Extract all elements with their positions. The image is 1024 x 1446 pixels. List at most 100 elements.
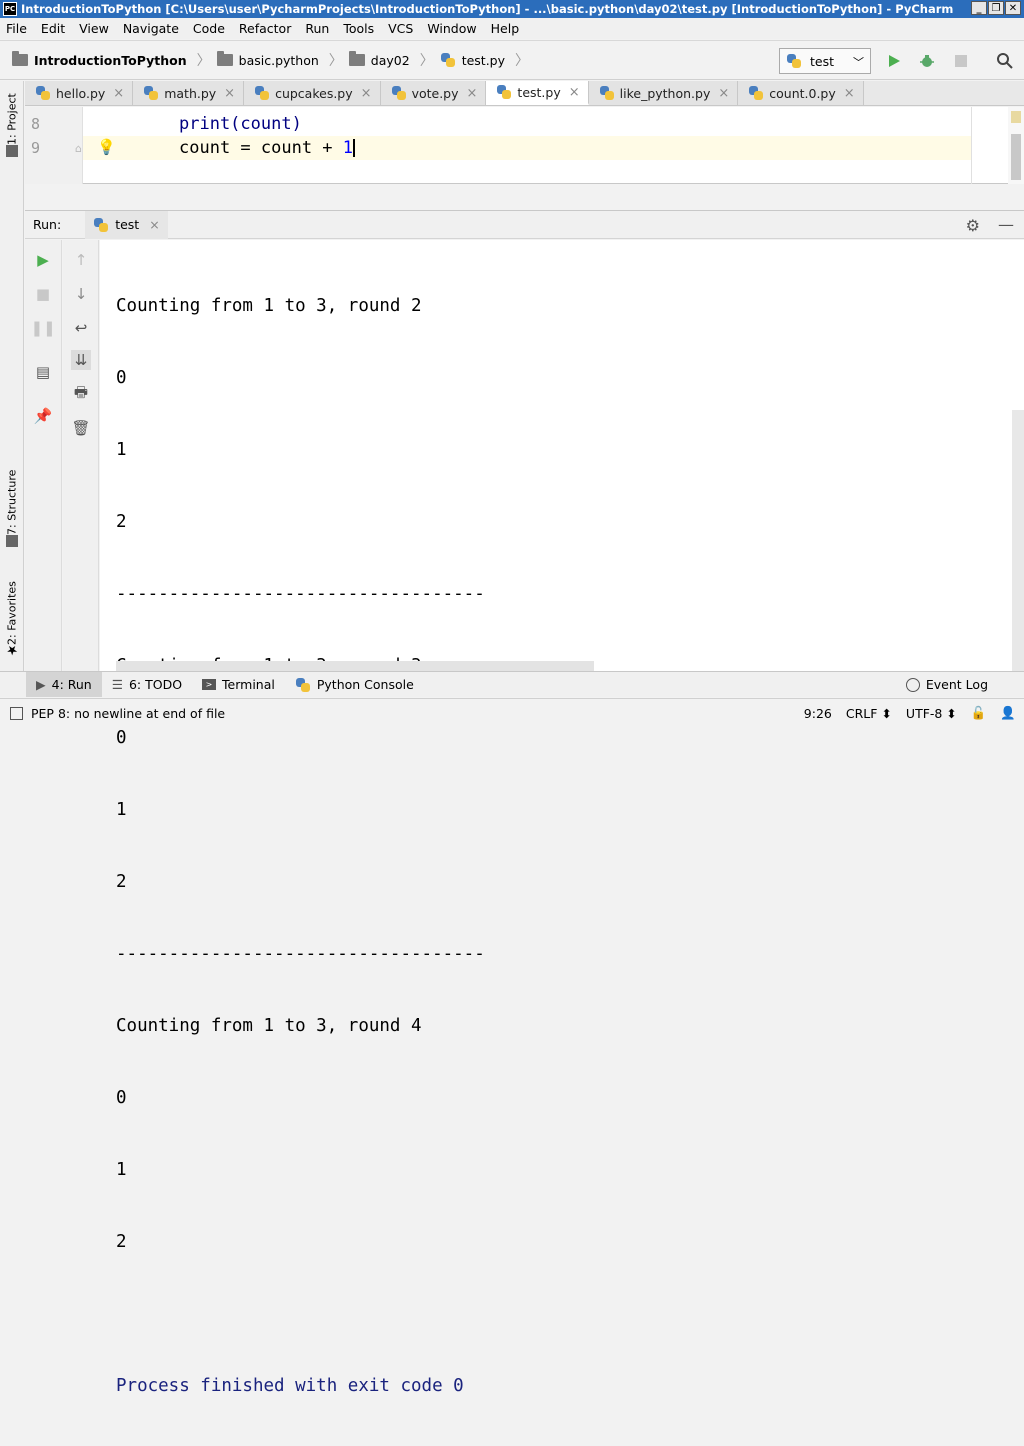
soft-wrap-icon[interactable]: ↩ <box>71 318 91 338</box>
menu-refactor[interactable]: Refactor <box>239 21 291 36</box>
tab-vote-py[interactable]: vote.py × <box>380 81 487 105</box>
stop-icon[interactable]: ■ <box>33 284 53 304</box>
menu-view[interactable]: View <box>79 21 109 36</box>
stop-button[interactable] <box>951 51 971 71</box>
close-tab-icon[interactable]: × <box>361 86 372 101</box>
close-tab-icon[interactable]: × <box>718 86 729 101</box>
hide-panel-icon[interactable]: — <box>998 215 1014 234</box>
run-tab-test[interactable]: test × <box>85 210 168 239</box>
close-tab-icon[interactable]: × <box>844 86 855 101</box>
toggle-tool-windows-icon[interactable] <box>2 672 26 697</box>
tool-tab-event-log[interactable]: Event Log <box>896 672 998 697</box>
tab-like-python-py[interactable]: like_python.py × <box>588 81 739 105</box>
code-line-current[interactable]: 💡 count = count + 1 <box>83 136 971 160</box>
breadcrumb-file[interactable]: test.py 〉 <box>440 50 529 70</box>
scroll-to-end-icon[interactable]: ⇊ <box>71 350 91 370</box>
tab-math-py[interactable]: math.py × <box>133 81 245 105</box>
python-file-icon <box>35 85 51 101</box>
console-horizontal-scrollbar[interactable] <box>116 661 594 671</box>
tab-cupcakes-py[interactable]: cupcakes.py × <box>244 81 381 105</box>
menu-code[interactable]: Code <box>193 21 225 36</box>
pin-icon[interactable]: 📌 <box>33 406 53 426</box>
updown-icon: ⬍ <box>946 705 957 721</box>
menu-file[interactable]: File <box>6 21 27 36</box>
text-cursor <box>353 139 356 157</box>
console-line: 0 <box>116 368 127 388</box>
menu-vcs[interactable]: VCS <box>388 21 413 36</box>
minimize-button[interactable]: _ <box>971 1 987 15</box>
search-icon <box>997 53 1013 69</box>
console-line: 1 <box>116 440 127 460</box>
close-tab-icon[interactable]: × <box>467 86 478 101</box>
arrow-down-icon[interactable]: ↓ <box>71 284 91 304</box>
code-editor[interactable]: 8 9 ⌂ print(count) 💡 count = count + 1 <box>25 107 1024 184</box>
project-tool-tab[interactable]: 1: Project <box>2 91 22 161</box>
tab-test-py[interactable]: test.py × <box>486 81 589 105</box>
caret-position[interactable]: 9:26 <box>804 706 832 721</box>
toggle-panels-icon[interactable] <box>10 707 23 720</box>
menu-help[interactable]: Help <box>491 21 520 36</box>
python-file-icon <box>93 217 109 233</box>
folder-icon <box>6 145 18 157</box>
close-tab-icon[interactable]: × <box>113 86 124 101</box>
status-message[interactable]: PEP 8: no newline at end of file <box>31 706 225 721</box>
menu-window[interactable]: Window <box>427 21 476 36</box>
right-margin-guide <box>971 107 972 184</box>
trash-icon[interactable]: 🗑 <box>71 418 91 438</box>
debug-button[interactable] <box>917 51 937 71</box>
tab-count-0-py[interactable]: count.0.py × <box>738 81 864 105</box>
close-tab-icon[interactable]: × <box>569 85 580 100</box>
close-tab-icon[interactable]: × <box>149 217 159 232</box>
window-title-bar: PC IntroductionToPython [C:\Users\user\P… <box>0 0 1024 18</box>
tool-tab-python-console[interactable]: Python Console <box>285 672 424 697</box>
event-log-icon <box>905 677 920 692</box>
editor-scrollbar[interactable] <box>1008 107 1024 184</box>
inspector-icon[interactable]: 👤 <box>1000 705 1016 721</box>
python-file-icon <box>748 85 764 101</box>
run-icon: ▶ <box>36 677 46 692</box>
search-everywhere-button[interactable] <box>995 51 1015 71</box>
pause-icon[interactable]: ❚❚ <box>30 318 55 338</box>
tool-tab-run[interactable]: ▶ 4: Run <box>26 672 102 697</box>
tool-tab-terminal[interactable]: > Terminal <box>192 672 285 697</box>
close-button[interactable]: ✕ <box>1005 1 1021 15</box>
lightbulb-icon[interactable]: 💡 <box>97 138 116 156</box>
console-line: ----------------------------------- <box>116 584 485 604</box>
console-vertical-scrollbar[interactable] <box>1012 410 1024 671</box>
menu-run[interactable]: Run <box>305 21 329 36</box>
run-panel-header: Run: test × ⚙ — <box>25 210 1024 239</box>
gear-icon[interactable]: ⚙ <box>966 216 980 235</box>
tab-hello-py[interactable]: hello.py × <box>25 81 134 105</box>
run-console[interactable]: Counting from 1 to 3, round 2 0 1 2 ----… <box>100 240 1024 1396</box>
close-tab-icon[interactable]: × <box>224 86 235 101</box>
editor-tabs: hello.py × math.py × cupcakes.py × vote.py ×… <box>25 81 1024 106</box>
tool-tab-todo[interactable]: ☰ 6: TODO <box>102 672 192 697</box>
encoding-select[interactable]: UTF-8 ⬍ <box>906 706 957 721</box>
todo-list-icon: ☰ <box>111 677 123 692</box>
menu-navigate[interactable]: Navigate <box>123 21 179 36</box>
layout-icon[interactable]: ▤ <box>33 362 53 382</box>
menu-tools[interactable]: Tools <box>343 21 374 36</box>
print-icon[interactable]: 🖶 <box>71 383 91 404</box>
run-button[interactable] <box>884 51 904 71</box>
line-separator-select[interactable]: CRLF ⬍ <box>846 706 892 721</box>
window-title: IntroductionToPython [C:\Users\user\Pych… <box>21 2 954 16</box>
structure-tool-tab[interactable]: 7: Structure <box>2 466 22 551</box>
breadcrumb-folder-basic[interactable]: basic.python 〉 <box>216 50 343 70</box>
menu-edit[interactable]: Edit <box>41 21 65 36</box>
run-configuration-select[interactable]: test ﹀ <box>779 48 871 74</box>
lock-icon[interactable]: 🔓 <box>971 705 987 721</box>
rerun-icon[interactable]: ▶ <box>33 250 53 270</box>
code-line[interactable]: print(count) <box>83 112 971 136</box>
line-number: 9 <box>31 139 41 157</box>
python-file-icon <box>391 85 407 101</box>
favorites-tool-tab[interactable]: ★ 2: Favorites <box>2 576 22 661</box>
arrow-up-icon[interactable]: ↑ <box>71 250 91 270</box>
star-icon: ★ <box>6 642 18 657</box>
breadcrumb-folder-day02[interactable]: day02 〉 <box>348 50 434 70</box>
fold-marker-icon[interactable]: ⌂ <box>75 142 82 155</box>
restore-button[interactable]: ❐ <box>988 1 1004 15</box>
scroll-thumb[interactable] <box>1011 134 1021 180</box>
status-bar: PEP 8: no newline at end of file 9:26 CR… <box>0 698 1024 728</box>
breadcrumb-project[interactable]: IntroductionToPython 〉 <box>12 50 211 70</box>
